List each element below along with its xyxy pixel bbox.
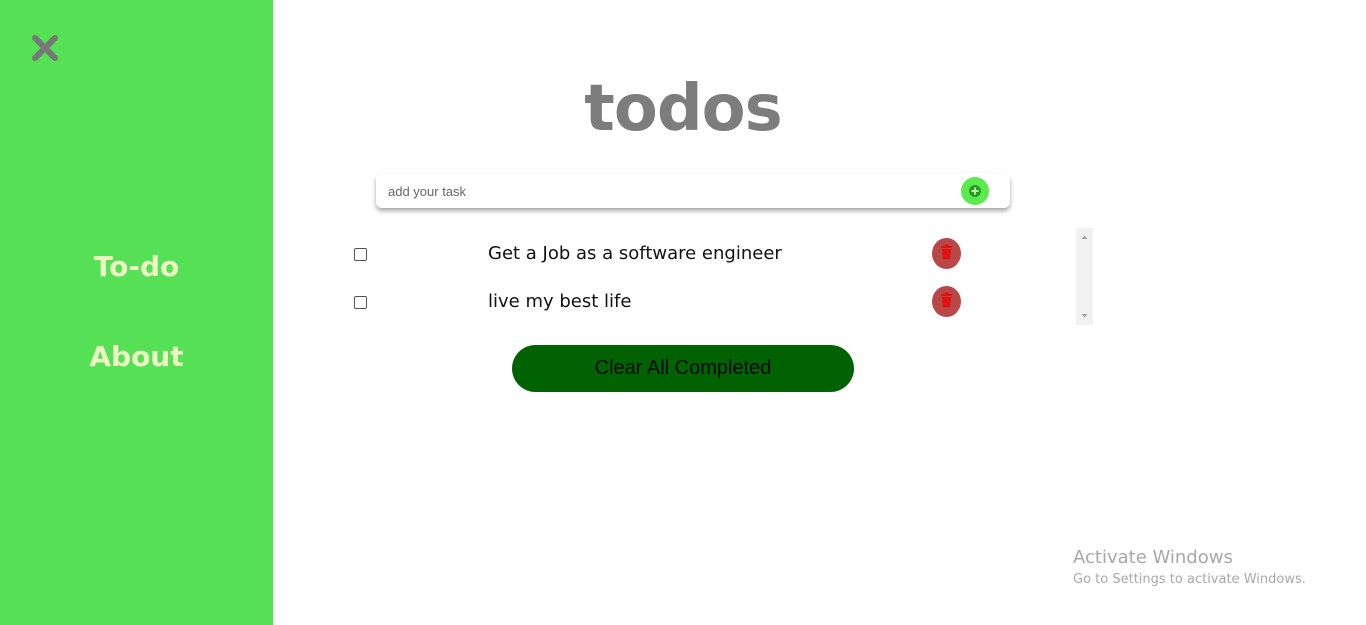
task-input-container bbox=[376, 173, 1010, 210]
page-title: todos bbox=[584, 72, 782, 146]
clear-completed-button[interactable]: Clear All Completed bbox=[512, 345, 854, 392]
caret-down-icon bbox=[1081, 314, 1088, 318]
activate-windows-watermark: Activate Windows Go to Settings to activ… bbox=[1073, 547, 1306, 587]
close-icon bbox=[32, 35, 58, 61]
todo-item: Get a Job as a software engineer bbox=[340, 238, 1075, 278]
scroll-up-arrow[interactable] bbox=[1076, 230, 1093, 244]
plus-circle-icon bbox=[969, 185, 981, 197]
add-task-button[interactable] bbox=[961, 177, 989, 205]
sidebar: To-do About bbox=[0, 0, 273, 625]
sidebar-item-about[interactable]: About bbox=[0, 340, 273, 373]
delete-todo-button[interactable] bbox=[932, 238, 961, 269]
delete-todo-button[interactable] bbox=[932, 286, 961, 317]
sidebar-item-todo[interactable]: To-do bbox=[0, 250, 273, 283]
scroll-down-arrow[interactable] bbox=[1076, 309, 1093, 323]
todo-text: Get a Job as a software engineer bbox=[488, 243, 782, 264]
watermark-subtitle: Go to Settings to activate Windows. bbox=[1073, 572, 1306, 587]
close-sidebar-button[interactable] bbox=[30, 33, 60, 63]
todo-checkbox[interactable] bbox=[354, 296, 367, 309]
todo-list-scrollbar[interactable] bbox=[1076, 228, 1093, 325]
todo-text: live my best life bbox=[488, 291, 632, 312]
trash-icon bbox=[941, 244, 952, 259]
caret-up-icon bbox=[1081, 235, 1088, 239]
todo-list: Get a Job as a software engineer live my… bbox=[340, 228, 1093, 325]
watermark-title: Activate Windows bbox=[1073, 547, 1233, 568]
task-input[interactable] bbox=[386, 173, 950, 210]
todo-item: live my best life bbox=[340, 286, 1075, 326]
trash-icon bbox=[941, 292, 952, 307]
todo-checkbox[interactable] bbox=[354, 248, 367, 261]
